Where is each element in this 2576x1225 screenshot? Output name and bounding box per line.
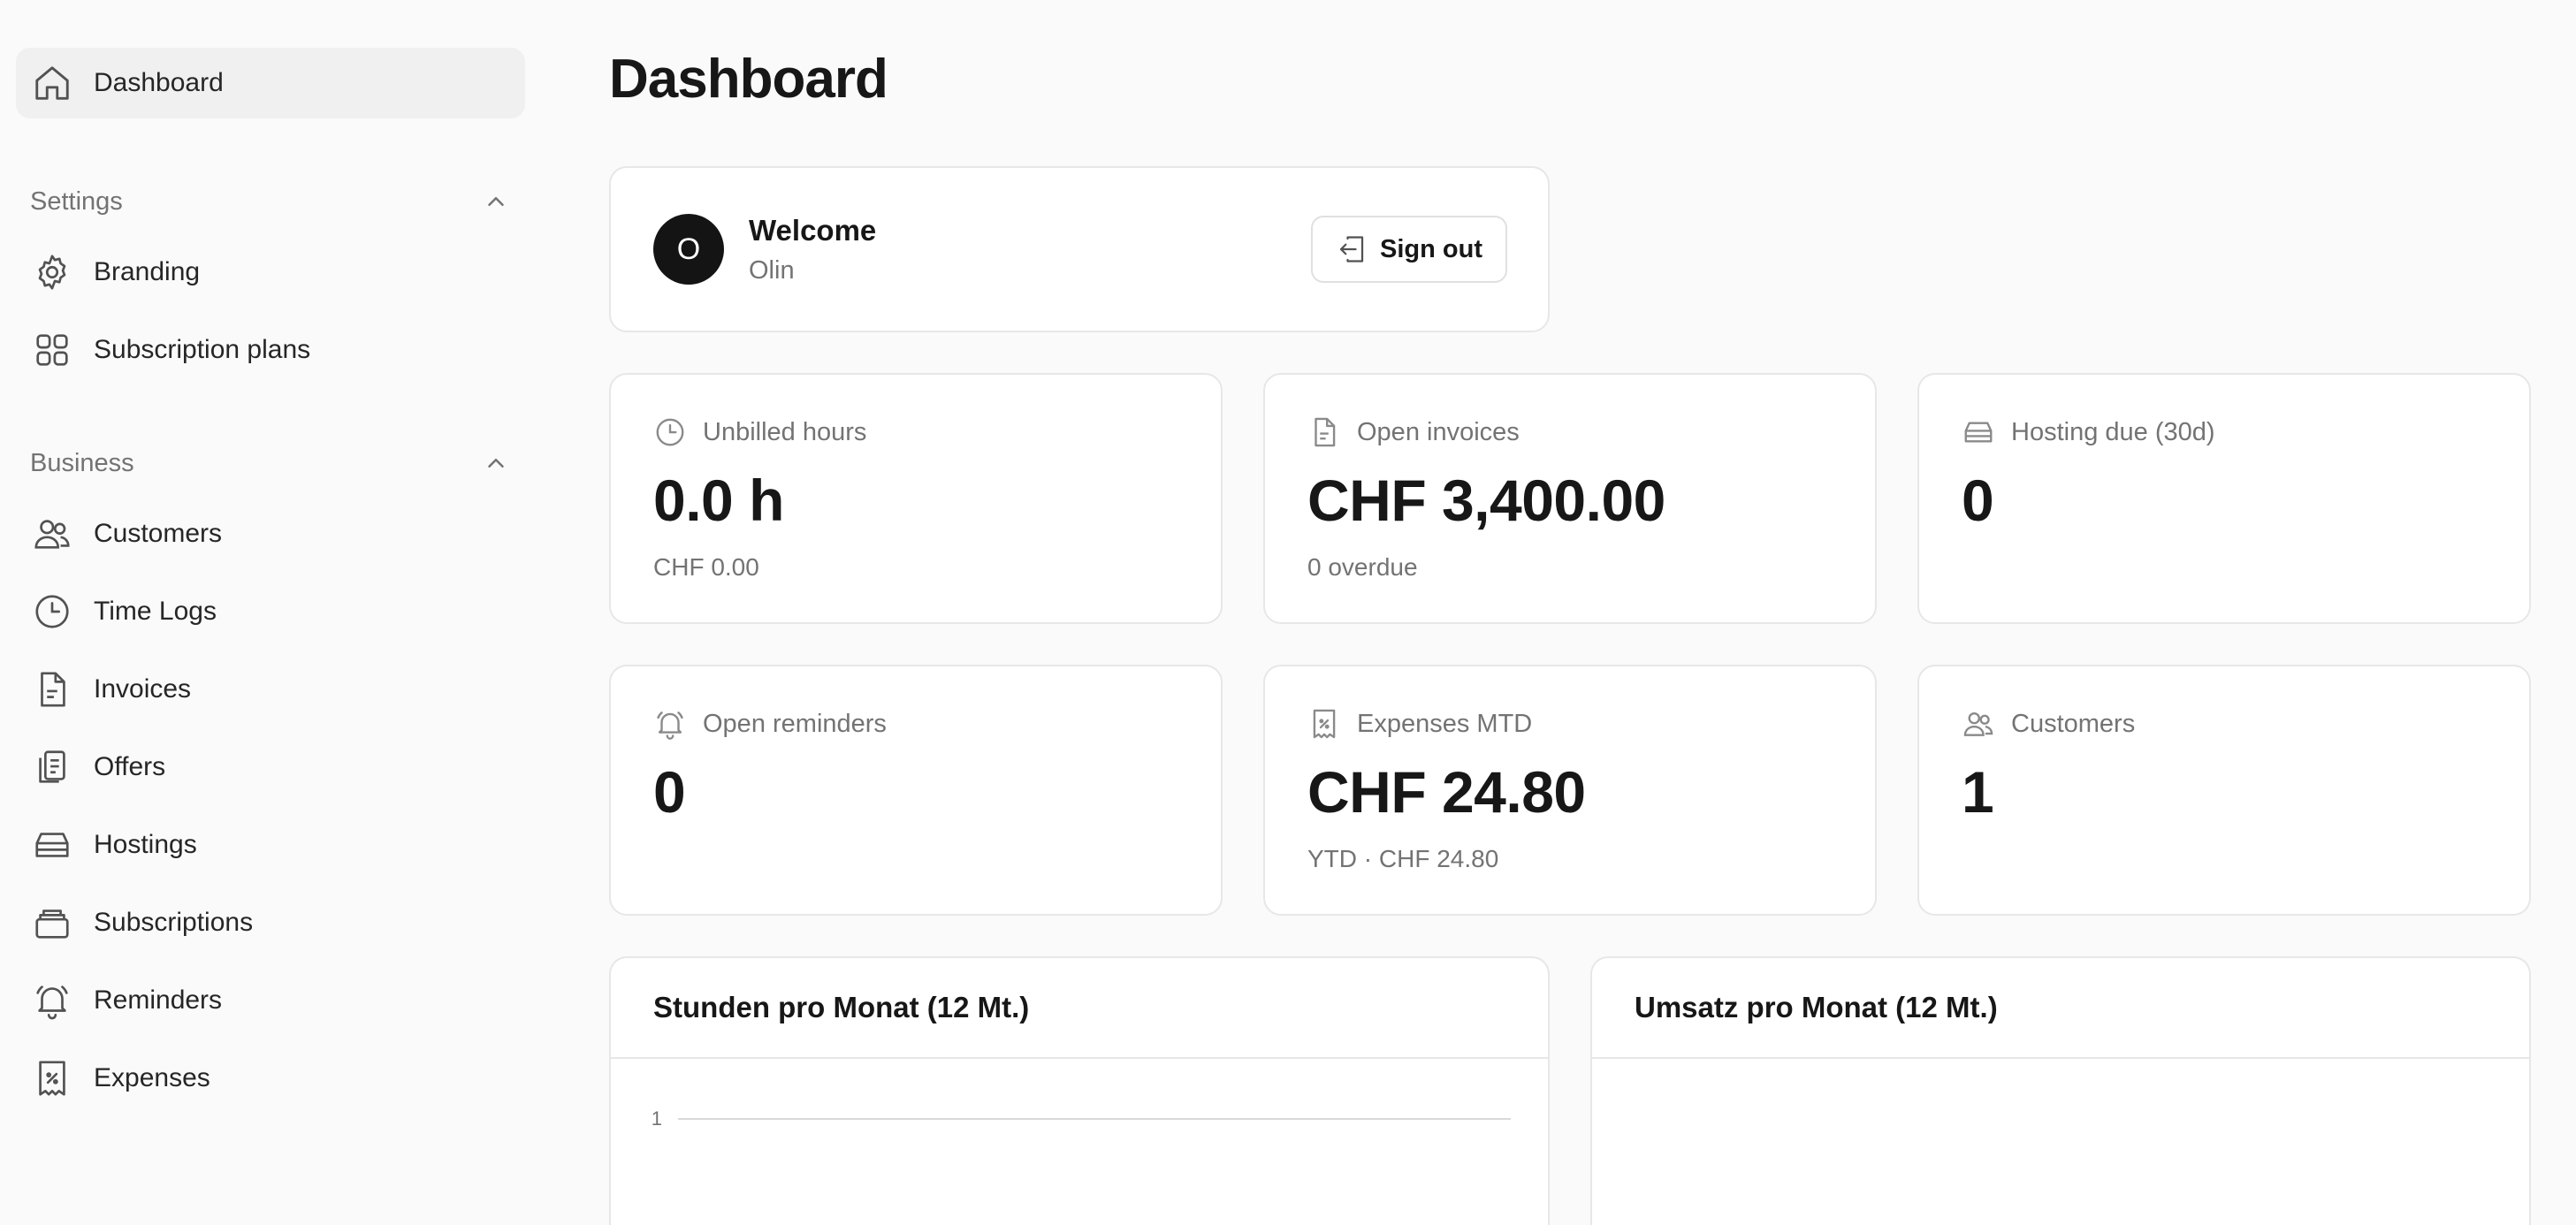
business-group-toggle[interactable]: Business bbox=[16, 437, 525, 490]
welcome-card: O Welcome Olin Sign out bbox=[609, 166, 1550, 332]
sidebar-item-customers[interactable]: Customers bbox=[16, 495, 525, 573]
stat-card-hosting-due[interactable]: Hosting due (30d) 0 bbox=[1917, 373, 2531, 624]
document-icon bbox=[1315, 417, 1336, 447]
sidebar-item-invoices[interactable]: Invoices bbox=[16, 651, 525, 728]
stat-label: Customers bbox=[2011, 709, 2136, 738]
revenue-per-month-chart: Umsatz pro Monat (12 Mt.) bbox=[1590, 956, 2531, 1225]
stats-row-1: Unbilled hours 0.0 h CHF 0.00 Open invoi… bbox=[609, 373, 2531, 624]
sign-out-icon bbox=[1339, 236, 1364, 262]
sidebar-item-subscription-plans[interactable]: Subscription plans bbox=[16, 311, 525, 389]
server-icon bbox=[32, 825, 72, 865]
bell-icon bbox=[657, 711, 683, 740]
group-title: Settings bbox=[30, 186, 123, 216]
sidebar-item-label: Subscriptions bbox=[94, 908, 254, 937]
stat-card-unbilled-hours[interactable]: Unbilled hours 0.0 h CHF 0.00 bbox=[609, 373, 1223, 624]
stat-value: 0.0 h bbox=[653, 468, 784, 533]
sidebar: Dashboard Settings Branding Subscription… bbox=[0, 0, 541, 1225]
sidebar-item-label: Reminders bbox=[94, 985, 223, 1015]
sidebar-item-label: Customers bbox=[94, 519, 223, 548]
y-tick-label: 1 bbox=[652, 1107, 662, 1130]
sidebar-item-label: Offers bbox=[94, 752, 166, 781]
grid-icon bbox=[32, 330, 72, 370]
stat-subtext: 0 overdue bbox=[1307, 553, 1418, 581]
clock-icon bbox=[32, 591, 72, 632]
receipt-icon bbox=[1313, 709, 1336, 739]
users-icon bbox=[1963, 711, 1993, 736]
settings-group-toggle[interactable]: Settings bbox=[16, 175, 525, 228]
sidebar-item-dashboard[interactable]: Dashboard bbox=[16, 48, 525, 118]
stat-value: 0 bbox=[653, 759, 686, 825]
stat-label: Hosting due (30d) bbox=[2011, 417, 2215, 446]
sidebar-item-offers[interactable]: Offers bbox=[16, 728, 525, 806]
bell-icon bbox=[32, 980, 72, 1021]
group-title: Business bbox=[30, 448, 134, 477]
document-icon bbox=[32, 669, 72, 710]
sidebar-item-label: Invoices bbox=[94, 674, 192, 704]
stat-value: 0 bbox=[1962, 468, 1994, 533]
sidebar-item-expenses[interactable]: Expenses bbox=[16, 1039, 525, 1117]
hours-chart-plot: 1 bbox=[652, 1107, 1511, 1130]
gear-icon bbox=[32, 252, 72, 293]
sidebar-item-label: Hostings bbox=[94, 830, 197, 859]
stat-value: 1 bbox=[1962, 759, 1994, 825]
receipt-icon bbox=[32, 1058, 72, 1099]
sidebar-item-reminders[interactable]: Reminders bbox=[16, 962, 525, 1039]
chevron-up-icon bbox=[488, 197, 504, 206]
sidebar-item-subscriptions[interactable]: Subscriptions bbox=[16, 884, 525, 962]
chart-body: 1 bbox=[611, 1059, 1548, 1225]
hours-per-month-chart: Stunden pro Monat (12 Mt.) 1 bbox=[609, 956, 1550, 1225]
user-name: Olin bbox=[749, 255, 795, 285]
welcome-title: Welcome bbox=[749, 213, 877, 247]
sidebar-item-time-logs[interactable]: Time Logs bbox=[16, 573, 525, 651]
sidebar-item-label: Expenses bbox=[94, 1063, 210, 1092]
stat-subtext: CHF 0.00 bbox=[653, 553, 759, 581]
app: Dashboard Settings Branding Subscription… bbox=[0, 0, 2576, 1225]
avatar: O bbox=[653, 214, 724, 285]
stat-value: CHF 24.80 bbox=[1307, 759, 1586, 825]
charts-row: Stunden pro Monat (12 Mt.) 1 Umsatz pro … bbox=[609, 956, 2531, 1225]
server-icon bbox=[1964, 422, 1993, 443]
chart-body bbox=[1592, 1059, 2529, 1225]
chevron-up-icon bbox=[488, 459, 504, 468]
clipboard-icon bbox=[32, 747, 72, 788]
sign-out-button[interactable]: Sign out bbox=[1311, 216, 1507, 283]
users-icon bbox=[32, 514, 72, 554]
sidebar-item-branding[interactable]: Branding bbox=[16, 233, 525, 311]
sidebar-item-hostings[interactable]: Hostings bbox=[16, 806, 525, 884]
home-icon bbox=[32, 63, 72, 103]
chart-title: Stunden pro Monat (12 Mt.) bbox=[611, 958, 1548, 1059]
main-content: Dashboard O Welcome Olin Sign out Unbill… bbox=[541, 0, 2576, 1225]
stat-card-open-reminders[interactable]: Open reminders 0 bbox=[609, 665, 1223, 916]
page-title: Dashboard bbox=[609, 49, 888, 110]
stat-label: Open invoices bbox=[1357, 417, 1520, 446]
stat-label: Unbilled hours bbox=[703, 417, 867, 446]
sidebar-item-label: Subscription plans bbox=[94, 335, 311, 364]
stats-row-2: Open reminders 0 Expenses MTD CHF 24.80 … bbox=[609, 665, 2531, 916]
stat-label: Expenses MTD bbox=[1357, 709, 1533, 738]
clock-icon bbox=[656, 418, 684, 446]
stack-icon bbox=[32, 902, 72, 943]
stat-card-customers[interactable]: Customers 1 bbox=[1917, 665, 2531, 916]
stat-card-open-invoices[interactable]: Open invoices CHF 3,400.00 0 overdue bbox=[1263, 373, 1877, 624]
stat-value: CHF 3,400.00 bbox=[1307, 468, 1665, 533]
stat-label: Open reminders bbox=[703, 709, 887, 738]
welcome-text: Welcome Olin bbox=[749, 214, 1311, 285]
sign-out-label: Sign out bbox=[1380, 234, 1482, 263]
stat-card-expenses-mtd[interactable]: Expenses MTD CHF 24.80 YTD · CHF 24.80 bbox=[1263, 665, 1877, 916]
chart-title: Umsatz pro Monat (12 Mt.) bbox=[1592, 958, 2529, 1059]
stat-subtext: YTD · CHF 24.80 bbox=[1307, 845, 1499, 872]
sidebar-item-label: Time Logs bbox=[94, 597, 217, 626]
sidebar-item-label: Dashboard bbox=[94, 68, 224, 97]
sidebar-item-label: Branding bbox=[94, 257, 201, 286]
